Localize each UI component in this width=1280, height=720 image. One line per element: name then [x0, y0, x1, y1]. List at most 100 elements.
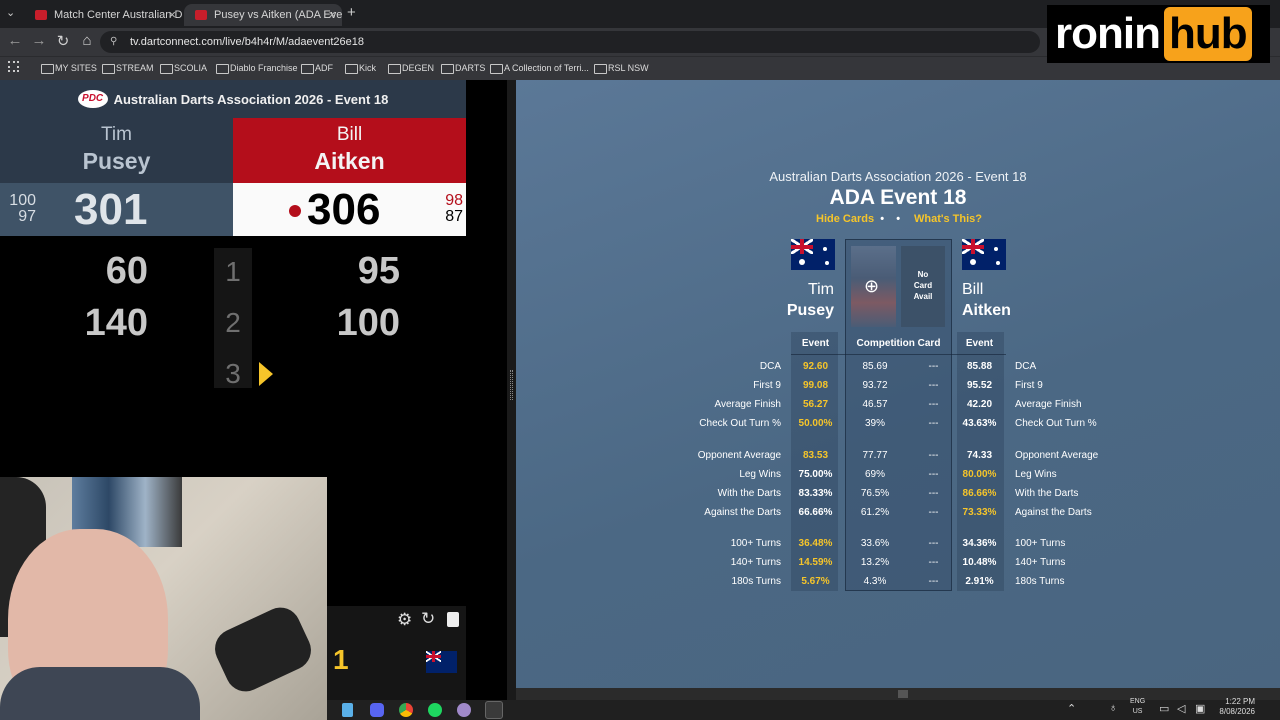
card-stat-value: 76.5% — [860, 488, 890, 499]
player1-stat-value: 66.66% — [798, 507, 833, 518]
horizontal-scrollbar[interactable] — [516, 688, 1280, 700]
stat-label-left: Against the Darts — [704, 507, 781, 518]
pdc-logo-icon: PDC — [77, 90, 108, 108]
australia-flag-icon — [962, 239, 1006, 270]
language-indicator[interactable]: ENG US — [1130, 697, 1145, 717]
bookmark-folder[interactable]: STREAM — [100, 57, 154, 79]
microphone-icon[interactable]: ♁ — [1109, 702, 1117, 714]
splitter-handle[interactable] — [507, 80, 516, 700]
tab-search-icon[interactable]: ⌄ — [6, 6, 15, 19]
card-stat-value: 77.77 — [862, 450, 888, 461]
hide-cards-link[interactable]: Hide Cards • • — [816, 213, 900, 225]
discord-icon[interactable] — [370, 703, 384, 717]
player2-stat-value: 85.88 — [966, 361, 993, 372]
card-stat-value: 93.72 — [862, 380, 888, 391]
card-stat-value: 4.3% — [863, 576, 887, 587]
player1-turn-score: 60 — [105, 250, 148, 292]
spotify-icon[interactable] — [428, 703, 442, 717]
scoreboard-header: PDC Australian Darts Association 2026 - … — [0, 80, 466, 118]
new-tab-icon[interactable]: + — [347, 4, 356, 21]
bookmark-folder[interactable]: DEGEN — [386, 57, 434, 79]
stat-label-right: DCA — [1015, 361, 1037, 372]
stats-subtitle: Australian Darts Association 2026 - Even… — [769, 169, 1027, 184]
player2-stat-value: 95.52 — [966, 380, 993, 391]
player2-score-box: 306 98 87 — [233, 183, 466, 236]
stat-label-left: With the Darts — [717, 488, 781, 499]
refresh-icon[interactable]: ↻ — [421, 609, 435, 629]
card-stat-value: 13.2% — [860, 557, 890, 568]
tab-pusey-vs-aitken[interactable]: Pusey vs Aitken (ADA Event 18) × — [184, 4, 342, 26]
no-card-value: --- — [928, 538, 939, 549]
app-icon[interactable] — [485, 701, 503, 719]
whats-this-link[interactable]: What's This? — [914, 213, 982, 225]
home-icon[interactable]: ⌂ — [77, 32, 97, 49]
bookmark-link[interactable]: A Collection of Terri... — [488, 57, 589, 79]
player1-last-name: Pusey — [82, 148, 151, 174]
player1-stat-value: 36.48% — [798, 538, 833, 549]
player2-stat-value: 34.36% — [962, 538, 997, 549]
stat-label-left: First 9 — [753, 380, 781, 391]
reload-icon[interactable]: ↻ — [53, 32, 73, 50]
back-icon[interactable]: ← — [5, 32, 25, 49]
leg-number: 1 — [225, 256, 241, 287]
chrome-icon[interactable] — [399, 703, 413, 717]
player1-first-name: Tim — [101, 124, 132, 145]
leg-count: 1 — [333, 644, 349, 675]
header-event: Event — [801, 338, 830, 349]
stats-player2-last: Aitken — [962, 302, 1011, 319]
stats-panel: Australian Darts Association 2026 - Even… — [516, 80, 1280, 700]
player1-stat-value: 5.67% — [801, 576, 830, 587]
player1-name-box: Tim Pusey — [0, 118, 233, 183]
no-card-value: --- — [928, 576, 939, 587]
player2-stat-value: 10.48% — [962, 557, 997, 568]
browser-icon[interactable] — [457, 703, 471, 717]
leg-number: 3 — [225, 358, 241, 389]
clock-time: 1:22 PM — [1225, 697, 1255, 706]
clock-date: 8/08/2026 — [1219, 707, 1255, 716]
bookmark-link[interactable]: RSL NSW — [592, 57, 649, 79]
network-icon[interactable]: ▭ — [1159, 702, 1169, 715]
bookmark-folder[interactable]: ADF — [299, 57, 333, 79]
close-icon[interactable]: × — [328, 7, 336, 22]
clock[interactable]: 1:22 PM 8/08/2026 — [1205, 697, 1255, 717]
bookmark-folder[interactable]: DARTS — [439, 57, 485, 79]
player2-turn-score: 100 — [336, 302, 400, 344]
volume-icon[interactable]: ◁ — [1177, 702, 1185, 715]
no-card-value: --- — [928, 507, 939, 518]
player2-stat-value: 74.33 — [966, 450, 993, 461]
battery-icon[interactable]: ▣ — [1195, 702, 1205, 715]
bookmark-folder[interactable]: SCOLIA — [158, 57, 207, 79]
stat-label-right: Leg Wins — [1015, 469, 1057, 480]
no-card-value: --- — [928, 469, 939, 480]
chevron-up-icon[interactable]: ⌃ — [1067, 702, 1076, 715]
address-bar[interactable]: ⚲ tv.dartconnect.com/live/b4h4r/M/adaeve… — [100, 31, 1040, 53]
no-card-box: No Card Avail — [901, 246, 945, 327]
notepad-icon[interactable] — [342, 703, 353, 717]
header-event: Event — [965, 338, 994, 349]
player1-stat-value: 83.33% — [798, 488, 833, 499]
tab-title: Match Center Australian Darts — [54, 9, 182, 21]
bookmark-folder[interactable]: MY SITES — [39, 57, 97, 79]
bookmark-folder[interactable]: Diablo Franchise — [214, 57, 298, 79]
person-body-image — [0, 667, 200, 720]
webcam-feed — [0, 477, 327, 720]
stat-label-right: Check Out Turn % — [1015, 418, 1097, 429]
dot-icon: • • — [877, 213, 901, 225]
gear-icon[interactable]: ⚙ — [397, 610, 412, 630]
bookmark-folder[interactable]: Kick — [343, 57, 376, 79]
close-icon[interactable]: × — [168, 7, 176, 22]
document-icon[interactable] — [447, 612, 459, 627]
forward-icon[interactable]: → — [29, 32, 49, 49]
stat-label-left: 180s Turns — [731, 576, 781, 587]
stat-label-right: 140+ Turns — [1015, 557, 1066, 568]
scrollbar-thumb[interactable] — [898, 690, 908, 698]
zoom-icon[interactable]: ⊕ — [864, 276, 879, 297]
stats-player2-first: Bill — [962, 281, 984, 298]
site-info-icon[interactable]: ⚲ — [110, 31, 117, 53]
tab-match-center[interactable]: Match Center Australian Darts × — [24, 4, 182, 26]
apps-icon[interactable] — [8, 61, 19, 72]
player1-remaining-score: 301 — [74, 185, 148, 234]
no-card-value: --- — [928, 488, 939, 499]
player1-stat-value: 99.08 — [802, 380, 829, 391]
no-card-value: --- — [928, 418, 939, 429]
